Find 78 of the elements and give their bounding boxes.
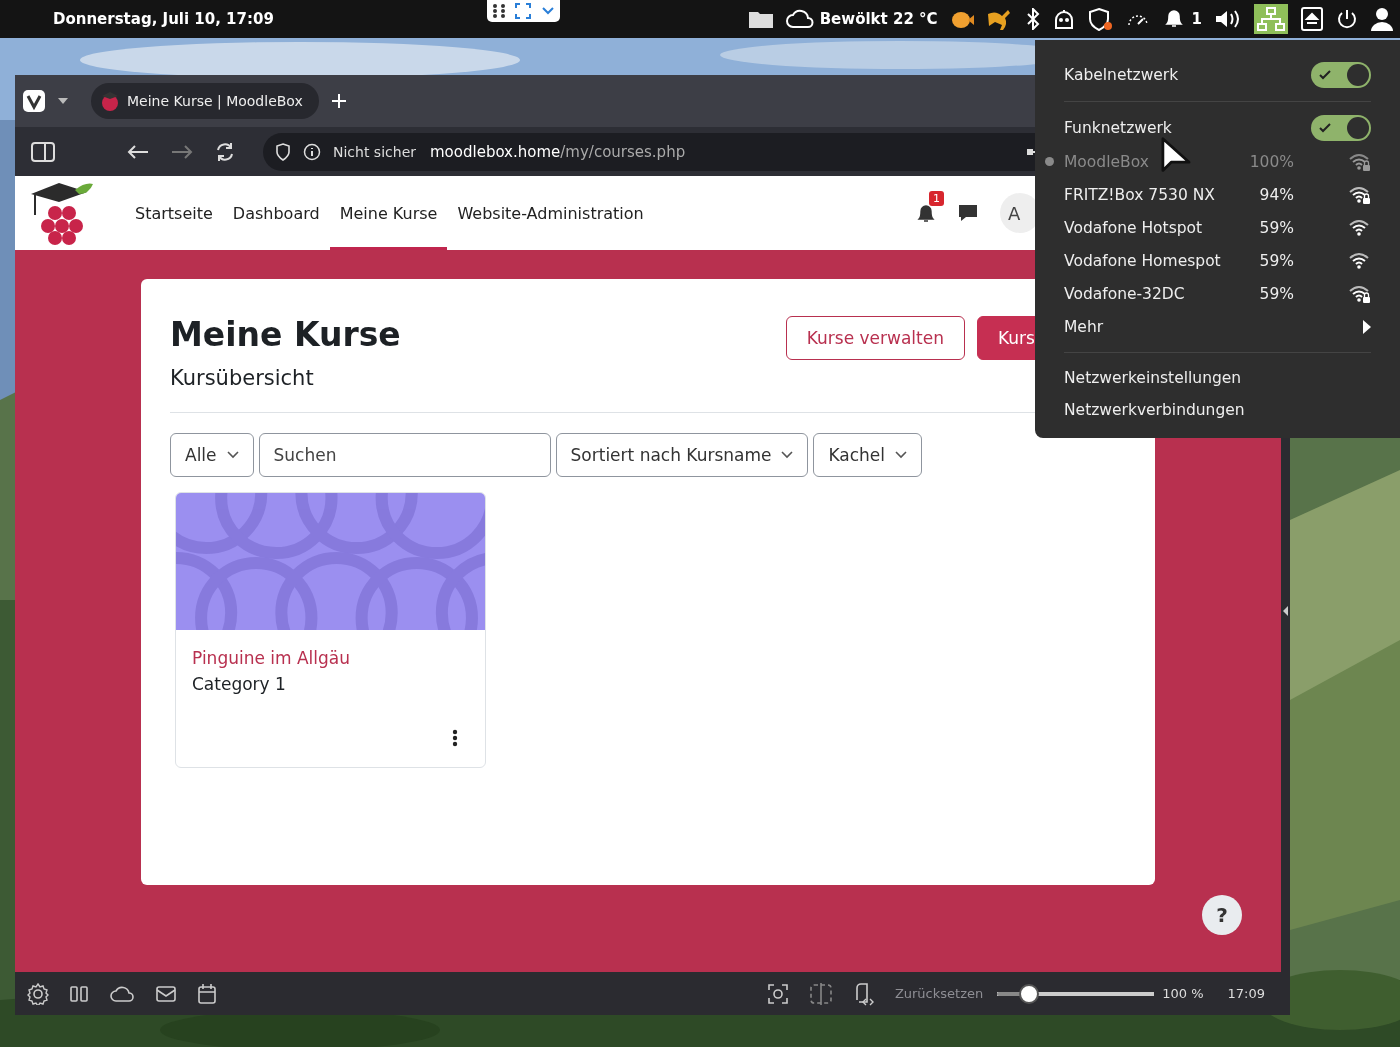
nav-link[interactable]: Website-Administration [447,176,654,250]
notification-badge: 1 [929,191,944,206]
power-icon[interactable] [1336,8,1358,30]
chevron-down-icon [226,451,239,459]
page-title: Meine Kurse [170,315,401,354]
slider-thumb[interactable] [1018,983,1039,1004]
reload-icon[interactable] [215,141,235,162]
new-tab-icon[interactable] [330,93,347,109]
calendar-icon[interactable] [197,982,217,1005]
back-icon[interactable] [127,143,149,160]
mail-icon[interactable] [155,984,177,1003]
chevron-down-icon[interactable] [541,6,556,16]
browser-logo[interactable] [23,90,45,112]
action-button[interactable]: Kurse verwalten [785,316,965,360]
course-card[interactable]: Pinguine im Allgäu Category 1 [175,492,486,768]
chevron-down-icon [895,451,908,459]
submenu-item[interactable]: Mehr [1064,310,1371,343]
shield-icon[interactable] [1087,7,1114,31]
network-item[interactable]: FRITZ!Box 7530 NX 94% [1045,178,1371,211]
section-title: Kursübersicht [170,366,315,390]
more-icon[interactable] [452,729,458,747]
menu-item[interactable]: Netzwerkeinstellungen [1064,362,1371,394]
help-button[interactable]: ? [1202,895,1242,935]
network-item[interactable]: Vodafone Homespot 59% [1045,244,1371,277]
security-label[interactable]: Nicht sicher [333,143,416,160]
bell-icon[interactable] [916,203,936,223]
wifi-icon [1349,218,1371,237]
network-item[interactable]: Vodafone-32DC 59% [1045,277,1371,310]
bluetooth-icon[interactable] [1025,8,1040,30]
network-item[interactable]: Vodafone Hotspot 59% [1045,211,1371,244]
fullscreen-icon[interactable] [515,3,532,19]
reset-zoom-button[interactable]: Zurücksetzen [894,986,984,1001]
info-icon[interactable] [303,142,321,161]
date-time[interactable]: Donnerstag, Juli 10, 17:09 [53,10,274,28]
nav-link[interactable]: Dashboard [222,176,330,250]
url-text[interactable]: moodlebox.home/my/courses.php [430,142,686,161]
user-icon[interactable] [1370,7,1394,31]
check-icon [1319,123,1331,133]
volume-icon[interactable] [1214,8,1242,30]
course-link[interactable]: Pinguine im Allgäu [192,648,469,668]
course-category: Category 1 [192,674,287,694]
caret-icon[interactable] [57,97,69,105]
toggle-switch[interactable] [1311,62,1371,88]
dropdown[interactable]: Kachel [813,433,923,477]
settings-icon[interactable] [27,982,49,1005]
screen-toolbar[interactable] [487,0,560,22]
menu-item[interactable]: Netzwerkverbindungen [1064,394,1371,426]
menu-label: Kabelnetzwerk [1064,66,1179,84]
forward-icon[interactable] [171,143,193,160]
toggle-switch[interactable] [1311,115,1371,141]
wifi-lock-icon [1349,284,1371,303]
panel-icon[interactable] [31,141,55,162]
shield-icon[interactable] [275,142,291,161]
check-icon [1319,70,1331,80]
search-field[interactable]: Suchen [258,433,551,477]
chat-icon[interactable] [958,203,978,223]
folder-icon[interactable] [747,9,774,29]
grip-icon[interactable] [491,3,506,19]
notification-count[interactable]: 1 [1191,10,1202,28]
browser-tab[interactable]: Meine Kurse | MoodleBox [91,83,319,119]
raspberry-logo[interactable] [29,180,95,246]
dropdown[interactable]: Alle [170,433,254,477]
weather-text[interactable]: Bewölkt 22 °C [819,10,938,28]
chevron-down-icon [781,451,794,459]
raspberry-icon [99,90,121,112]
columns-icon[interactable] [69,984,89,1003]
camera-icon[interactable] [766,982,789,1005]
cloud-icon[interactable] [109,984,135,1003]
wifi-lock-icon [1349,185,1371,204]
submenu-arrow-icon [1363,319,1371,334]
cloud-icon[interactable] [785,9,814,29]
clock: 17:09 [1227,986,1265,1001]
tiling-icon[interactable] [808,982,833,1005]
nav-link[interactable]: Startseite [125,176,223,250]
zoom-level: 100 % [1162,986,1204,1001]
dropdown[interactable]: Sortiert nach Kursname [555,433,809,477]
wifi-lock-icon [1349,152,1371,171]
wifi-icon [1349,251,1371,270]
